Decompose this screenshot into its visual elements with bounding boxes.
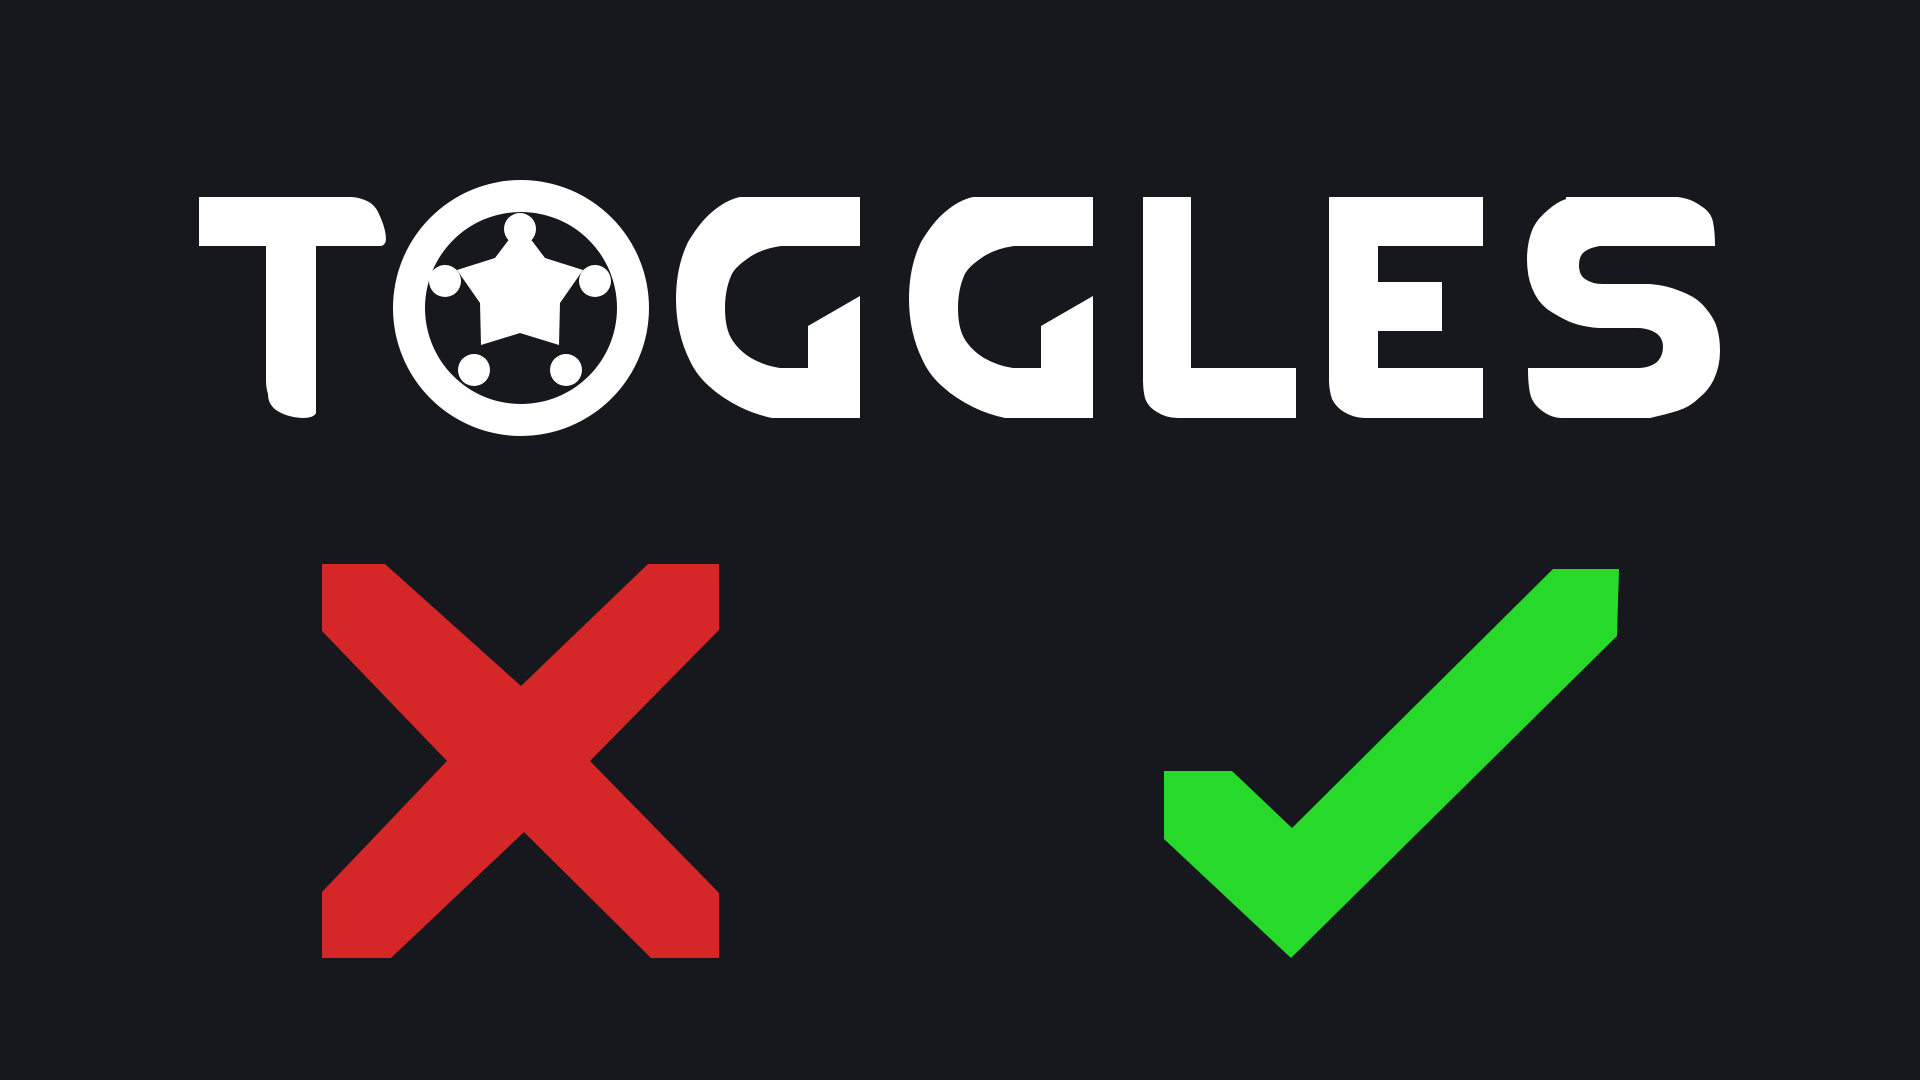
sheriff-badge-icon	[393, 180, 649, 436]
checkmark-icon	[1164, 569, 1619, 958]
title-letter-e	[1329, 197, 1483, 418]
title-letter-l	[1143, 197, 1296, 418]
logo-graphic	[199, 180, 1720, 958]
title-letter-s	[1527, 197, 1720, 418]
x-cross-icon	[322, 564, 719, 958]
title-wordmark	[199, 180, 1720, 436]
title-letter-t	[199, 197, 386, 418]
title-letter-g-1	[676, 197, 860, 418]
title-letter-g-2	[909, 197, 1093, 418]
logo-canvas: TOGGLES	[0, 0, 1920, 1080]
